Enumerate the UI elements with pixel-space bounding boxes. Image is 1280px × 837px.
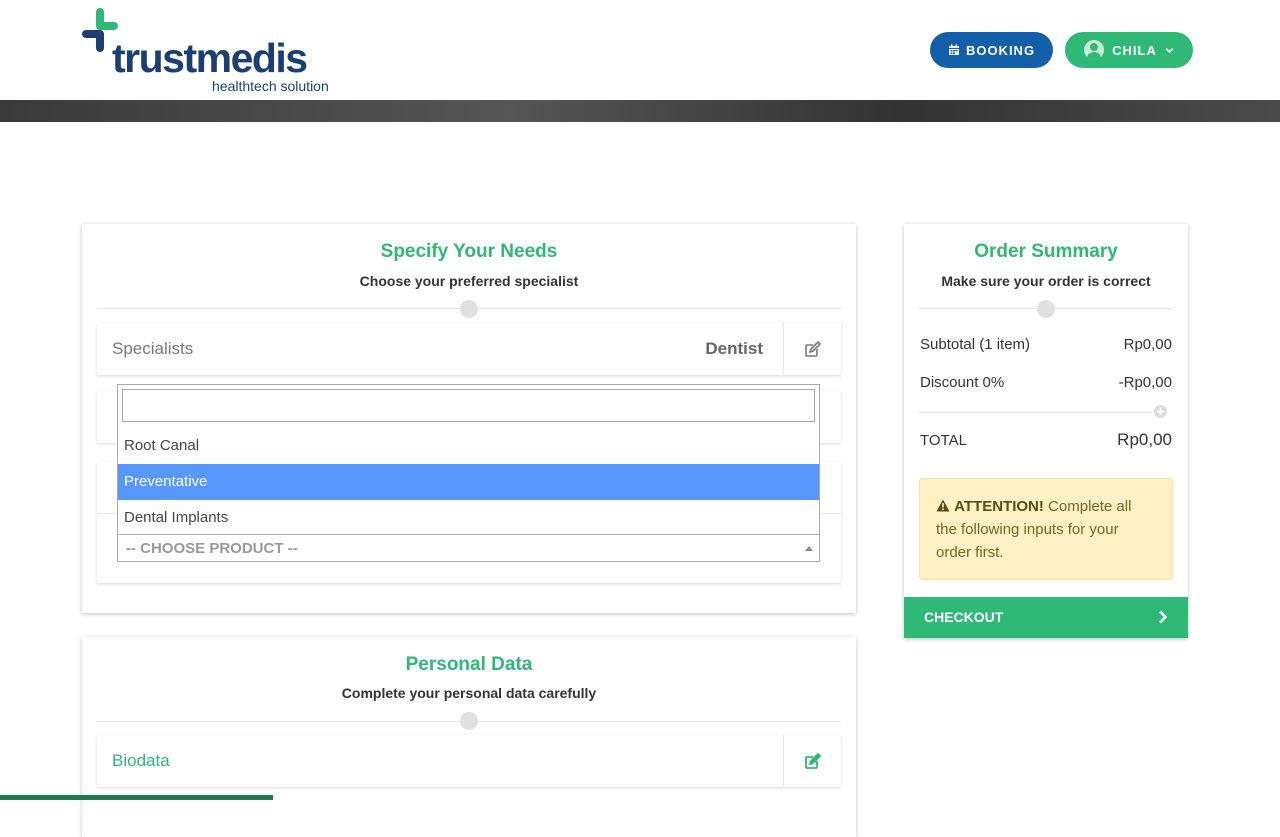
divider-dot bbox=[1037, 300, 1055, 318]
checkout-button[interactable]: CHECKOUT bbox=[904, 597, 1188, 638]
booking-label: BOOKING bbox=[965, 42, 1036, 58]
checkout-label: CHECKOUT bbox=[924, 609, 1004, 625]
dropdown-option-preventative[interactable]: Preventative bbox=[118, 464, 819, 500]
hero-banner-strip bbox=[0, 100, 1280, 122]
total-row: TOTAL Rp0,00 bbox=[920, 430, 1172, 449]
chevron-right-icon bbox=[1159, 610, 1168, 624]
plus-circle-icon[interactable] bbox=[1153, 404, 1168, 419]
dropdown-search-input[interactable] bbox=[122, 389, 815, 422]
attention-strong: ATTENTION! bbox=[954, 498, 1044, 515]
dropdown-option-root-canal[interactable]: Root Canal bbox=[118, 428, 819, 464]
edit-icon bbox=[804, 752, 821, 769]
personal-data-subtitle: Complete your personal data carefully bbox=[341, 685, 597, 701]
biodata-row[interactable]: Biodata bbox=[97, 735, 841, 787]
calendar-icon bbox=[948, 44, 959, 55]
top-navbar: trustmedis healthtech solution BOOKING C… bbox=[0, 0, 1280, 100]
personal-data-card: Personal Data Complete your personal dat… bbox=[82, 637, 856, 837]
user-name: CHILA bbox=[1112, 42, 1157, 58]
subtotal-row: Subtotal (1 item) Rp0,00 bbox=[920, 336, 1172, 353]
order-summary-title: Order Summary bbox=[974, 241, 1118, 262]
caret-up-icon bbox=[805, 546, 813, 551]
specialist-label: Specialists bbox=[112, 339, 194, 358]
dropdown-option-dental-implants[interactable]: Dental Implants bbox=[118, 500, 819, 536]
product-dropdown[interactable]: Root Canal Preventative Dental Implants bbox=[117, 384, 820, 535]
edit-icon bbox=[804, 340, 821, 357]
specify-needs-subtitle: Choose your preferred specialist bbox=[359, 273, 579, 289]
total-label: TOTAL bbox=[920, 432, 967, 449]
edit-biodata-button[interactable] bbox=[783, 735, 841, 787]
specify-needs-title: Specify Your Needs bbox=[380, 241, 558, 262]
order-summary-card: Order Summary Make sure your order is co… bbox=[904, 224, 1188, 638]
specialist-row[interactable]: Specialists Dentist bbox=[97, 323, 841, 375]
biodata-label: Biodata bbox=[112, 751, 170, 770]
warning-icon bbox=[936, 499, 950, 512]
brand-name: trustmedis bbox=[112, 35, 308, 81]
divider-dot bbox=[460, 300, 478, 318]
personal-data-title: Personal Data bbox=[405, 654, 533, 675]
divider bbox=[919, 412, 1153, 413]
specialist-value: Dentist bbox=[705, 339, 763, 358]
trustmedis-logo[interactable]: trustmedis healthtech solution bbox=[82, 8, 342, 98]
attention-alert: ATTENTION! Complete all the following in… bbox=[919, 478, 1173, 580]
avatar bbox=[1084, 40, 1105, 60]
product-select-placeholder: -- CHOOSE PRODUCT -- bbox=[126, 540, 298, 557]
brand-tagline: healthtech solution bbox=[212, 78, 329, 94]
discount-row: Discount 0% -Rp0,00 bbox=[920, 374, 1172, 391]
discount-value: -Rp0,00 bbox=[1118, 374, 1172, 391]
subtotal-value: Rp0,00 bbox=[1123, 336, 1172, 353]
product-select[interactable]: -- CHOOSE PRODUCT -- bbox=[117, 535, 820, 562]
edit-specialist-button[interactable] bbox=[783, 323, 841, 375]
user-menu-button[interactable]: CHILA bbox=[1065, 32, 1193, 68]
subtotal-label: Subtotal (1 item) bbox=[920, 336, 1031, 353]
page-progress-bar bbox=[0, 795, 273, 800]
divider-dot bbox=[460, 712, 478, 730]
chevron-down-icon bbox=[1165, 47, 1174, 53]
order-summary-subtitle: Make sure your order is correct bbox=[941, 273, 1151, 289]
booking-button[interactable]: BOOKING bbox=[930, 32, 1053, 68]
total-value: Rp0,00 bbox=[1117, 430, 1172, 449]
discount-label: Discount 0% bbox=[920, 374, 1005, 391]
